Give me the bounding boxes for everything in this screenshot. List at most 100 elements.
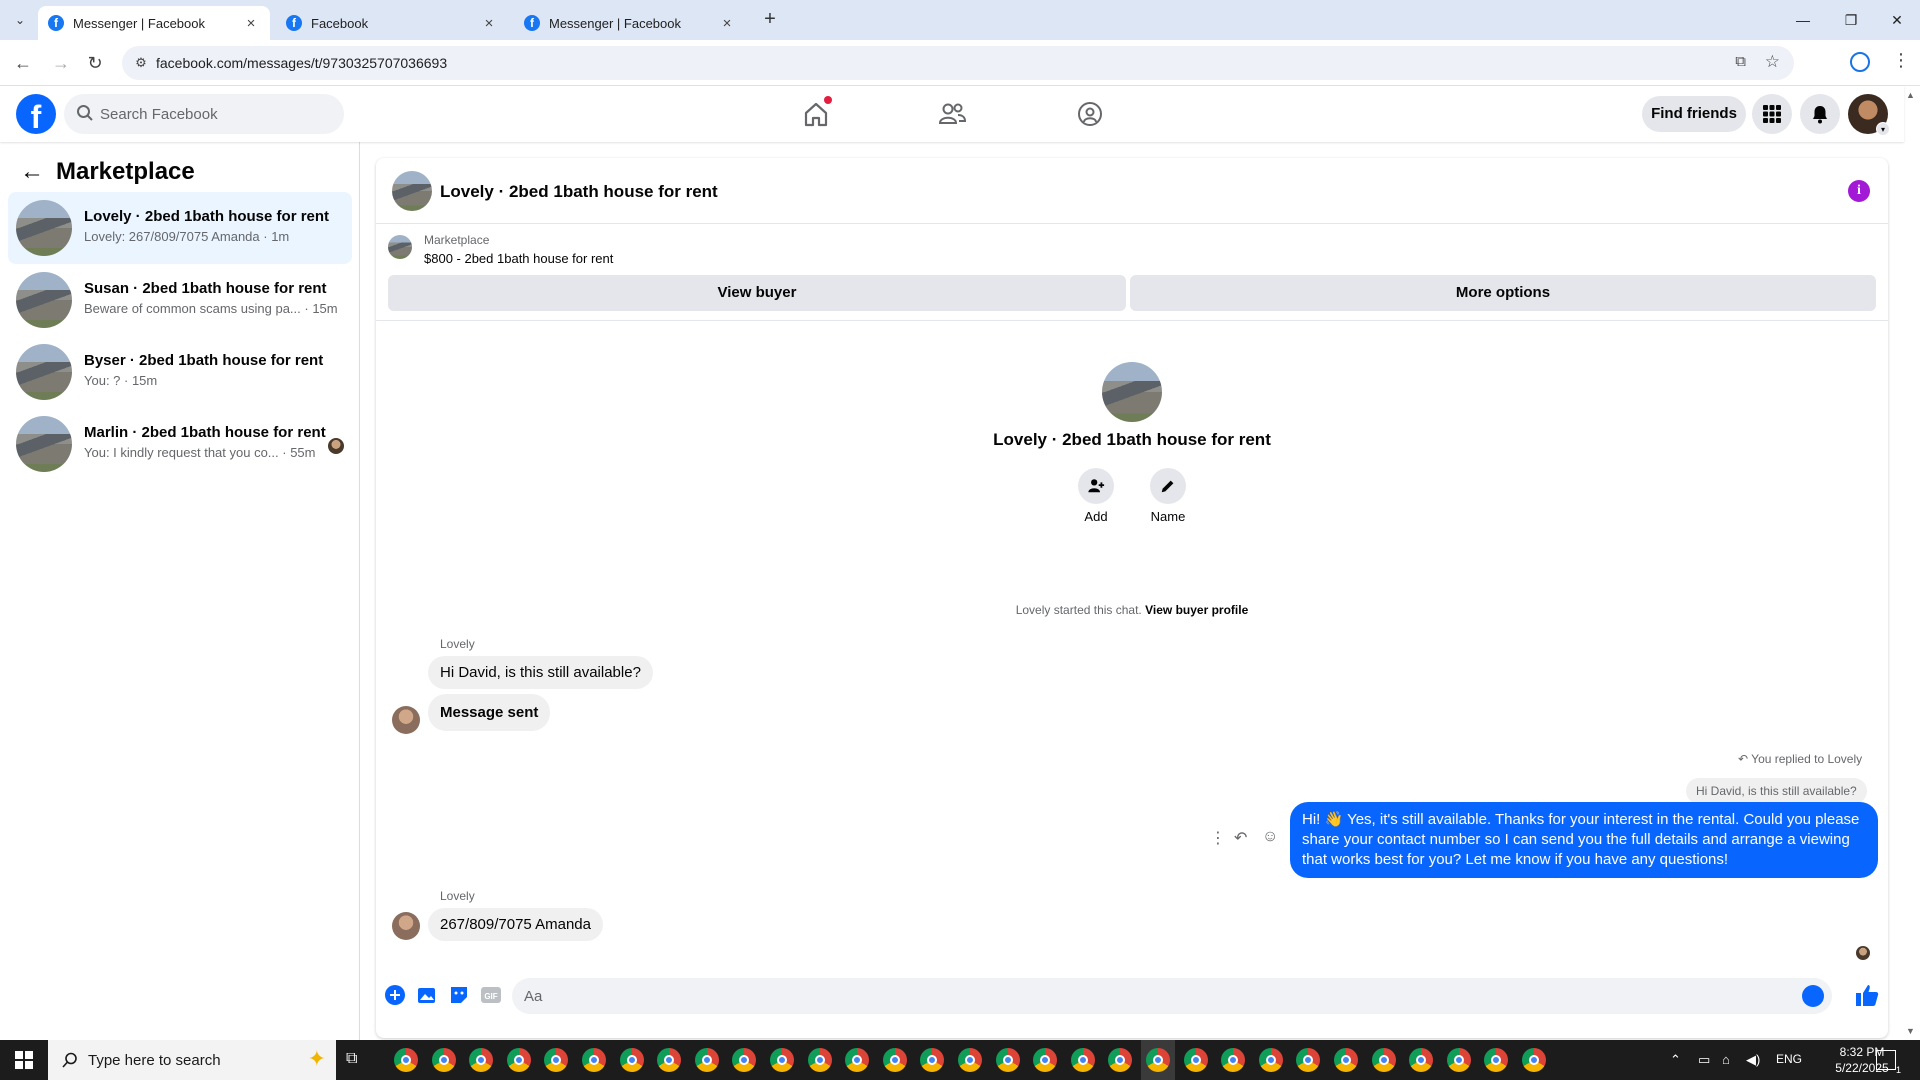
message-input-wrapper[interactable] [512,978,1832,1014]
chrome-taskbar-icon[interactable] [1371,1048,1396,1072]
react-emoji-icon[interactable]: ☺ [1262,828,1278,846]
forward-icon[interactable]: → [48,50,74,76]
conversation-item[interactable]: Marlin · 2bed 1bath house for rent You: … [8,408,352,480]
chrome-taskbar-icon[interactable] [1522,1048,1546,1072]
chrome-taskbar-icon[interactable] [1033,1048,1058,1072]
notification-center-icon[interactable]: 1 [1876,1050,1901,1075]
bell-icon[interactable] [1800,94,1840,134]
search-input[interactable] [100,94,330,134]
restore-button[interactable]: ❐ [1828,0,1874,40]
more-options-button[interactable]: More options [1130,275,1876,311]
url-text[interactable]: facebook.com/messages/t/9730325707036693 [156,55,447,71]
chrome-taskbar-icon[interactable] [657,1048,682,1072]
chrome-taskbar-icon[interactable] [995,1048,1020,1072]
omnibox[interactable]: ⚙ facebook.com/messages/t/97303257070366… [122,46,1794,80]
gif-icon[interactable]: GIF [480,984,502,1006]
add-action[interactable]: Add [1066,468,1126,524]
chat-avatar[interactable] [392,171,432,211]
info-icon[interactable]: i [1848,180,1870,202]
sticker-icon[interactable] [448,984,470,1006]
chrome-taskbar-icon[interactable] [469,1048,494,1072]
home-icon[interactable] [798,96,834,132]
chrome-taskbar-icon[interactable] [506,1048,531,1072]
chrome-taskbar-icon[interactable] [807,1048,832,1072]
browser-tab-3[interactable]: f Messenger | Facebook × [514,6,746,40]
bookmark-star-icon[interactable]: ☆ [1765,52,1780,72]
message-input[interactable] [524,978,1784,1014]
reload-icon[interactable]: ↻ [82,50,108,76]
conversation-item[interactable]: Lovely · 2bed 1bath house for rent Lovel… [8,192,352,264]
chrome-taskbar-icon[interactable] [882,1048,907,1072]
chrome-taskbar-icon[interactable] [1334,1048,1358,1072]
chrome-taskbar-icon[interactable] [1070,1048,1095,1072]
language-indicator[interactable]: ENG [1776,1052,1802,1066]
chrome-taskbar-icon[interactable] [1409,1048,1434,1072]
browser-profile-icon[interactable] [1850,52,1870,72]
view-buyer-button[interactable]: View buyer [388,275,1126,311]
windows-start-icon[interactable] [0,1040,48,1080]
emoji-icon[interactable] [1802,985,1824,1007]
chevron-down-icon[interactable]: ▾ [1876,122,1890,136]
browser-tab-2[interactable]: f Facebook × [276,6,508,40]
minimize-button[interactable]: — [1780,0,1826,40]
chrome-taskbar-icon[interactable] [920,1048,945,1072]
friends-icon[interactable] [934,96,970,132]
chrome-taskbar-icon[interactable] [582,1048,606,1072]
chrome-taskbar-icon[interactable] [1146,1048,1170,1072]
incoming-message[interactable]: Message sent [428,694,551,731]
conversation-item[interactable]: Susan · 2bed 1bath house for rent Beware… [8,264,352,336]
new-tab-button[interactable]: + [758,8,782,32]
scroll-up-arrow-icon[interactable]: ▲ [1906,90,1915,100]
photo-icon[interactable] [416,984,438,1006]
tab-search-chevron-icon[interactable]: ⌄ [8,8,32,32]
quoted-message[interactable]: Hi David, is this still available? [1686,778,1867,804]
find-friends-button[interactable]: Find friends [1642,96,1746,132]
chrome-taskbar-icon[interactable] [1183,1048,1208,1072]
chrome-taskbar-icon[interactable] [1108,1048,1133,1072]
chrome-taskbar-icon[interactable] [694,1048,719,1072]
chrome-taskbar-icon[interactable] [1258,1048,1283,1072]
browser-tab-1[interactable]: f Messenger | Facebook × [38,6,270,40]
volume-icon[interactable]: ◀) [1746,1052,1760,1068]
facebook-search[interactable] [64,94,344,134]
tab-close-icon[interactable]: × [718,15,736,32]
chrome-taskbar-icon[interactable] [958,1048,982,1072]
reply-icon[interactable]: ↶ [1234,828,1247,848]
chrome-taskbar-icon[interactable] [394,1048,418,1072]
incoming-message[interactable]: Hi David, is this still available? [428,656,653,689]
menu-grid-icon[interactable] [1752,94,1792,134]
window-close-button[interactable]: ✕ [1874,0,1920,40]
back-icon[interactable]: ← [10,50,36,76]
tab-close-icon[interactable]: × [242,15,260,32]
tab-close-icon[interactable]: × [480,15,498,32]
outgoing-message[interactable]: Hi! 👋 Yes, it's still available. Thanks … [1290,802,1878,878]
task-view-icon[interactable]: ⧉ [346,1050,357,1068]
back-arrow-icon[interactable]: ← [20,158,50,186]
chrome-taskbar-icon[interactable] [770,1048,794,1072]
plus-circle-icon[interactable] [384,984,406,1006]
listing-price-title[interactable]: $800 - 2bed 1bath house for rent [424,251,613,266]
conversation-item[interactable]: Byser · 2bed 1bath house for rent You: ?… [8,336,352,408]
chat-title[interactable]: Lovely · 2bed 1bath house for rent [440,182,718,202]
install-app-icon[interactable]: ⧉ [1735,53,1746,70]
chrome-taskbar-icon[interactable] [845,1048,870,1072]
facebook-logo-icon[interactable]: f [16,94,56,134]
chrome-taskbar-icon[interactable] [544,1048,569,1072]
profile-avatar[interactable]: ▾ [1848,94,1890,136]
chrome-taskbar-icon[interactable] [1484,1048,1509,1072]
taskbar-search[interactable]: Type here to search ✦ [48,1040,336,1080]
chrome-taskbar-icon[interactable] [1446,1048,1471,1072]
chrome-taskbar-icon[interactable] [1221,1048,1246,1072]
tray-device-icon[interactable]: ▭ [1698,1052,1710,1068]
chrome-taskbar-icon[interactable] [431,1048,456,1072]
incoming-message[interactable]: 267/809/7075 Amanda [428,908,603,941]
chrome-taskbar-icon[interactable] [619,1048,644,1072]
groups-icon[interactable] [1072,96,1108,132]
chrome-taskbar-icon[interactable] [1296,1048,1321,1072]
more-actions-icon[interactable]: ⋮ [1210,828,1226,848]
network-icon[interactable]: ⌂ [1722,1052,1730,1067]
add-person-icon[interactable] [1078,468,1114,504]
browser-menu-icon[interactable]: ⋮ [1892,50,1910,71]
sender-avatar[interactable] [392,912,420,940]
tray-chevron-icon[interactable]: ⌃ [1670,1052,1681,1068]
